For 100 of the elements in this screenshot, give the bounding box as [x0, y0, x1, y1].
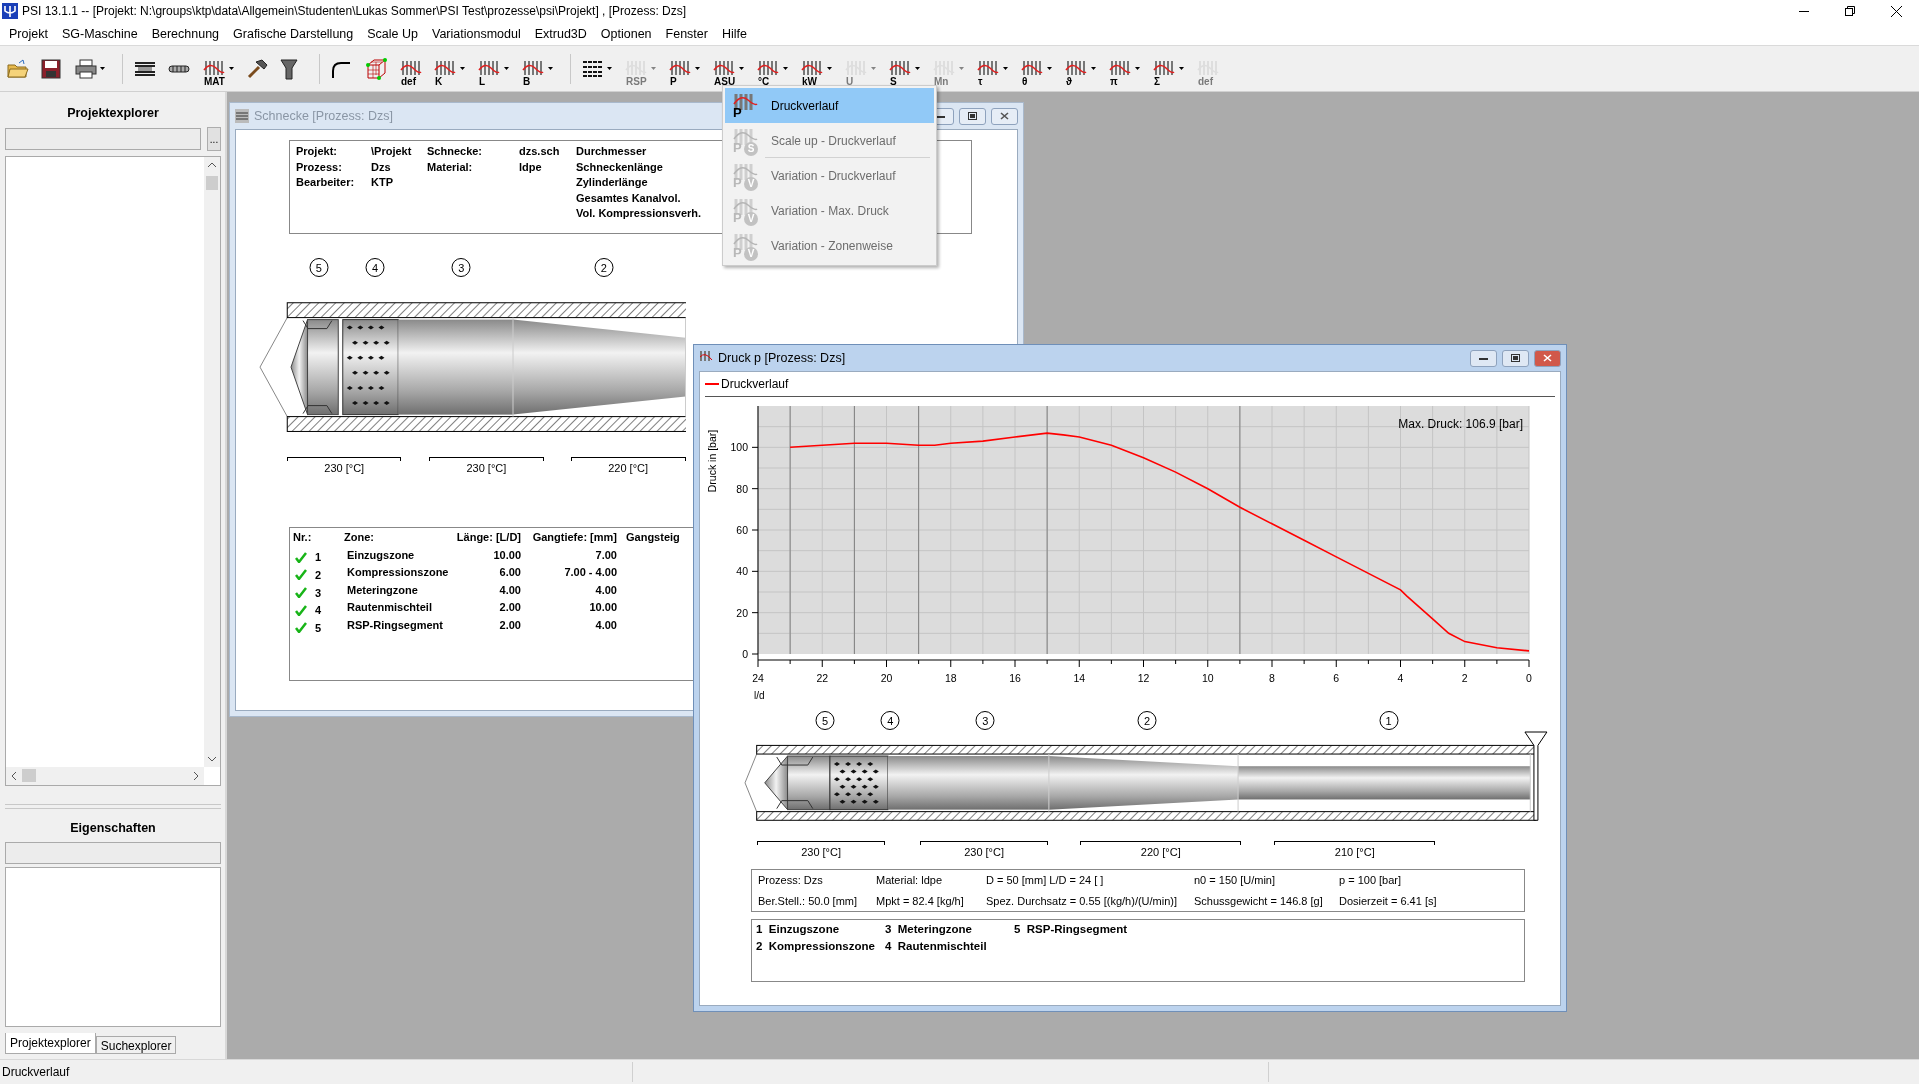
caret-icon: [607, 67, 612, 70]
legend-label: Druckverlauf: [721, 377, 789, 391]
temperature-label: 210 [°C]: [1334, 846, 1375, 858]
menu-item[interactable]: Scale Up: [360, 24, 425, 43]
zone-number: 4: [880, 711, 900, 730]
zone-number: 4: [365, 258, 385, 277]
scroll-thumb[interactable]: [22, 769, 36, 782]
status-text: Druckverlauf: [1, 1065, 71, 1079]
toolbar-button[interactable]: P: [665, 50, 703, 87]
toolbar-button[interactable]: τ: [973, 50, 1011, 87]
menu-item[interactable]: Hilfe: [714, 24, 754, 43]
info-text: ldpe: [519, 159, 542, 175]
browse-button[interactable]: ...: [207, 127, 221, 151]
panel-tab[interactable]: Projektexplorer: [5, 1033, 96, 1054]
column-header: Nr.:: [292, 531, 312, 545]
property-field[interactable]: [5, 842, 221, 864]
toolbar-button[interactable]: L: [474, 50, 512, 87]
column-header: Gangsteig: [625, 531, 680, 545]
zone-legend-item: 5 RSP-Ringsegment: [1014, 923, 1129, 937]
zone-number: 1: [1379, 711, 1399, 730]
maximize-button[interactable]: [959, 107, 986, 125]
toolbar-button[interactable]: Σ: [1149, 50, 1187, 87]
caret-icon: [783, 67, 788, 70]
temperature-label: 230 [°C]: [324, 462, 365, 474]
chart-icon: [1064, 61, 1088, 76]
temperature-label: 230 [°C]: [801, 846, 841, 858]
chart-icon: [800, 61, 824, 76]
scroll-thumb[interactable]: [206, 176, 218, 190]
restore-icon: [1845, 6, 1855, 16]
menu-item[interactable]: Grafische Darstellung: [226, 24, 361, 43]
y-tick-label: 40: [736, 565, 748, 578]
toolbar-button[interactable]: θ: [1017, 50, 1055, 87]
checkmark-icon: [295, 569, 307, 581]
menu-item[interactable]: P Druckverlauf: [725, 88, 934, 123]
toolbar-button[interactable]: ASU: [709, 50, 747, 87]
menu-item[interactable]: Optionen: [593, 24, 659, 43]
search-field[interactable]: [5, 128, 201, 150]
toolbar-button[interactable]: B: [518, 50, 556, 87]
minimize-icon: [1479, 356, 1488, 360]
menu-item[interactable]: Extrud3D: [527, 24, 594, 43]
list-icon: [582, 59, 604, 78]
table-cell: 2: [315, 569, 322, 581]
toolbar-button[interactable]: MAT: [199, 50, 237, 87]
toolbar-button[interactable]: def: [396, 50, 426, 87]
menu-item[interactable]: Berechnung: [144, 24, 227, 43]
x-tick-label: 0: [1526, 672, 1532, 684]
close-button[interactable]: [991, 107, 1018, 125]
chart-icon: [712, 61, 736, 76]
funnel-icon: [280, 57, 298, 80]
caret-icon: [739, 67, 744, 70]
info-text: dzs.sch: [519, 144, 560, 159]
caret-icon: [1135, 67, 1140, 70]
info-text: KTP: [371, 175, 393, 190]
info-text: Vol. Kompressionsverh.: [576, 206, 702, 221]
menu-item[interactable]: Fenster: [658, 24, 715, 43]
panel-title: Eigenschaften: [69, 820, 157, 837]
y-tick-label: 80: [736, 482, 748, 495]
max-pressure-label: Max. Druck: 106.9 [bar]: [1398, 417, 1523, 431]
x-tick-label: 2: [1461, 672, 1468, 684]
maximize-button[interactable]: [1502, 349, 1529, 367]
horizontal-scrollbar[interactable]: [6, 767, 204, 785]
info-text: Prozess: Dzs: [758, 874, 824, 886]
caret-icon: [915, 67, 920, 70]
chart-icon: [976, 61, 1000, 76]
checkmark-icon: [295, 551, 307, 563]
maximize-icon: [1511, 354, 1520, 362]
y-tick-label: 0: [742, 648, 748, 660]
info-text: Durchmesser: [576, 144, 647, 159]
table-cell-text: 7.00: [595, 548, 618, 563]
panel-tab[interactable]: Suchexplorer: [95, 1036, 177, 1054]
info-text: Material:: [427, 159, 473, 175]
menu-item[interactable]: SG-Maschine: [54, 24, 145, 43]
zone-legend-item: 1 Einzugszone: [756, 923, 841, 937]
caret-icon: [651, 67, 656, 70]
panel-title: Projektexplorer: [66, 105, 160, 122]
toolbar-button[interactable]: ϑ: [1061, 50, 1099, 87]
vertical-scrollbar[interactable]: [204, 157, 220, 767]
zone-number: 2: [1137, 711, 1157, 730]
checkmark-icon: [295, 587, 307, 599]
chart-icon: [1020, 61, 1044, 76]
table-cell-text: Rautenmischteil: [346, 601, 432, 616]
zone-number: 2: [594, 258, 614, 277]
info-text: Schussgewicht = 146.8 [g]: [1194, 895, 1324, 907]
screw-window-icon: [235, 109, 249, 123]
toolbar-button[interactable]: π: [1105, 50, 1143, 87]
table-cell-text: 4.00: [595, 583, 618, 598]
info-text: \Projekt: [371, 144, 412, 159]
x-tick-label: 10: [1201, 672, 1214, 684]
caret-icon: [1179, 67, 1184, 70]
menu-item[interactable]: Projekt: [2, 24, 55, 43]
zone-number: 3: [451, 258, 471, 277]
info-text: D = 50 [mm] L/D = 24 [ ]: [986, 874, 1105, 886]
minimize-button[interactable]: [1470, 349, 1497, 367]
info-text: Spez. Durchsatz = 0.55 [(kg/h)/(U/min)]: [986, 895, 1179, 907]
info-text: Zylinderlänge: [576, 175, 648, 190]
close-button[interactable]: [1534, 349, 1561, 367]
toolbar-button[interactable]: K: [430, 50, 468, 87]
cube-icon: [365, 57, 387, 80]
menu-item[interactable]: Variationsmodul: [425, 24, 528, 43]
printer-icon: [75, 58, 97, 79]
